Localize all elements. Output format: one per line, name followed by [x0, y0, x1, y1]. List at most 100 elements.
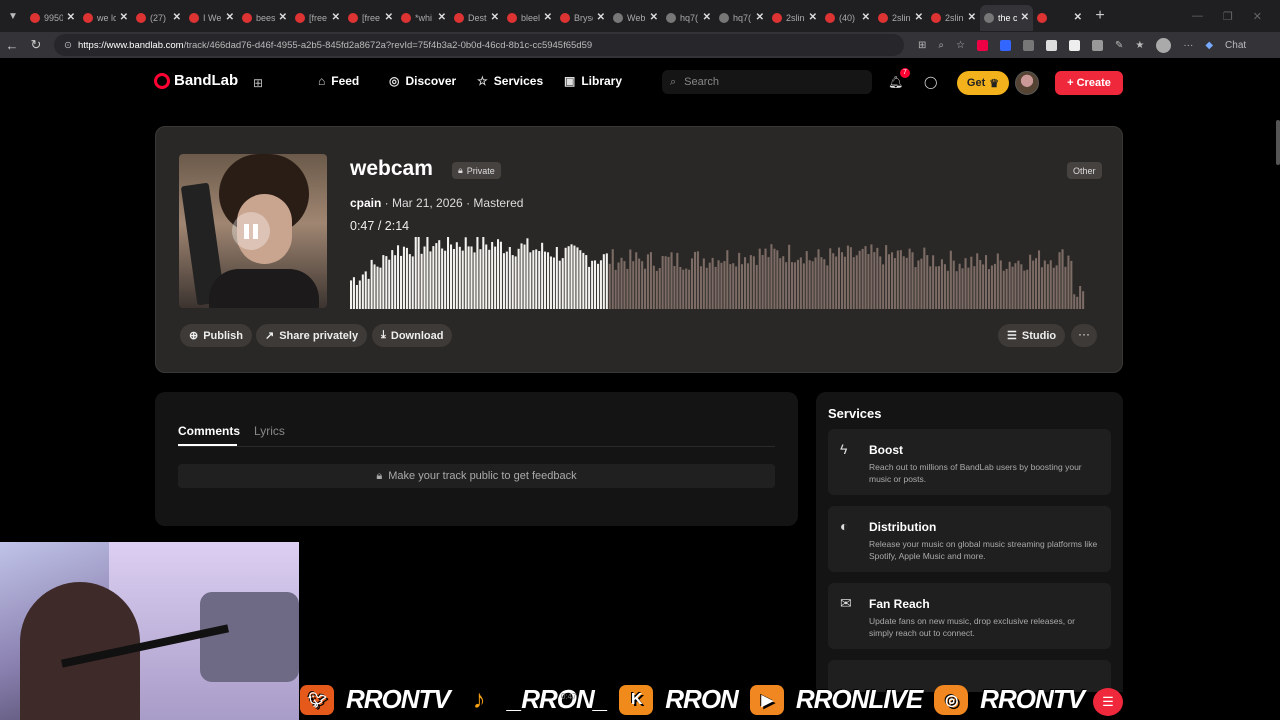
- tab-close-icon[interactable]: ✕: [1021, 12, 1029, 23]
- install-icon[interactable]: ⊞: [918, 40, 926, 51]
- browser-tab[interactable]: bees ✕: [238, 5, 291, 31]
- download-button[interactable]: ⤓ Download: [372, 324, 453, 347]
- zoom-icon[interactable]: ⌕: [938, 40, 944, 51]
- service-fan-reach[interactable]: ✉ Fan Reach Update fans on new music, dr…: [828, 583, 1111, 649]
- tab-close-icon[interactable]: ✕: [120, 12, 128, 23]
- back-icon[interactable]: ←: [0, 38, 24, 53]
- waveform-bar: [502, 253, 505, 309]
- browser-tab[interactable]: we lo ✕: [79, 5, 132, 31]
- nav-discover[interactable]: ◎ Discover: [389, 74, 456, 88]
- tab-close-icon[interactable]: ✕: [809, 12, 817, 23]
- waveform-bar: [864, 246, 867, 309]
- tab-close-icon[interactable]: ✕: [67, 12, 75, 23]
- service-name: Fan Reach: [869, 597, 930, 611]
- tab-close-icon[interactable]: ✕: [862, 12, 870, 23]
- genre-tag[interactable]: Other: [1067, 162, 1102, 179]
- browser-tab[interactable]: 2slin ✕: [768, 5, 821, 31]
- publish-button[interactable]: ⊕ Publish: [180, 324, 252, 347]
- copilot-icon[interactable]: ◆: [1205, 40, 1213, 51]
- browser-tab[interactable]: 9950 ✕: [26, 5, 79, 31]
- browser-tab[interactable]: (40) ✕: [821, 5, 874, 31]
- profile-avatar[interactable]: [1156, 37, 1172, 53]
- browser-tab[interactable]: [free ✕: [291, 5, 344, 31]
- track-cover-art: [179, 154, 327, 308]
- tab-close-icon[interactable]: ✕: [385, 12, 393, 23]
- bandlab-logo[interactable]: BandLab: [154, 72, 238, 89]
- browser-tab[interactable]: Desti ✕: [450, 5, 503, 31]
- browser-tab[interactable]: the c ✕: [980, 4, 1033, 31]
- browser-tab[interactable]: 2slin ✕: [927, 5, 980, 31]
- get-membership-button[interactable]: Get ♛: [957, 71, 1009, 95]
- browser-tab[interactable]: (27) ✕: [132, 5, 185, 31]
- tab-close-icon[interactable]: ✕: [968, 12, 976, 23]
- chat-label[interactable]: Chat: [1225, 40, 1246, 51]
- extension-icon[interactable]: [1022, 39, 1034, 51]
- artist-name[interactable]: cpain: [350, 196, 381, 210]
- browser-tab[interactable]: hq7(✕: [662, 5, 715, 31]
- tab-close-icon[interactable]: ✕: [332, 12, 340, 23]
- waveform-bar: [1055, 265, 1058, 309]
- search-input[interactable]: ⌕ Search: [662, 70, 872, 94]
- new-tab-button[interactable]: +: [1086, 7, 1114, 25]
- extension-icon[interactable]: [1091, 39, 1103, 51]
- tab-close-icon[interactable]: ✕: [279, 12, 287, 23]
- user-avatar[interactable]: [1015, 71, 1039, 95]
- minimize-icon[interactable]: —: [1192, 10, 1203, 22]
- tab-list-dropdown[interactable]: ▼: [0, 0, 26, 32]
- tab-close-icon[interactable]: ✕: [226, 12, 234, 23]
- nav-services[interactable]: ☆ Services: [477, 74, 543, 88]
- service-boost[interactable]: ϟ Boost Reach out to millions of BandLab…: [828, 429, 1111, 495]
- scrollbar-thumb[interactable]: [1276, 120, 1280, 165]
- tab-comments[interactable]: Comments: [178, 424, 240, 438]
- messages-icon[interactable]: ◯: [924, 75, 937, 89]
- tab-close-icon[interactable]: ✕: [1074, 12, 1082, 23]
- waveform-bar: [414, 237, 417, 309]
- extensions-icon[interactable]: ✎: [1115, 40, 1123, 51]
- favorites-icon[interactable]: ★: [1135, 40, 1144, 51]
- pause-button[interactable]: [232, 212, 270, 250]
- menu-icon[interactable]: ···: [1183, 40, 1193, 51]
- extension-icon[interactable]: [1045, 39, 1057, 51]
- create-button[interactable]: + Create: [1055, 71, 1123, 95]
- tab-close-icon[interactable]: ✕: [438, 12, 446, 23]
- browser-tab[interactable]: I We ✕: [185, 5, 238, 31]
- browser-tab[interactable]: 2slin ✕: [874, 5, 927, 31]
- service-distribution[interactable]: ◐ Distribution Release your music on glo…: [828, 506, 1111, 572]
- nav-library[interactable]: ▣ Library: [564, 74, 622, 88]
- address-bar[interactable]: ⊙ https://www.bandlab.com/track/466dad76…: [54, 34, 904, 56]
- bookmark-star-icon[interactable]: ☆: [956, 40, 965, 51]
- tab-label: bees: [256, 12, 275, 23]
- tab-close-icon[interactable]: ✕: [915, 12, 923, 23]
- more-options-button[interactable]: ···: [1071, 324, 1097, 347]
- browser-tab[interactable]: bleel ✕: [503, 5, 556, 31]
- notifications-bell-icon[interactable]: 🔔︎: [888, 75, 903, 89]
- nav-feed[interactable]: ⌂ Feed: [318, 74, 359, 88]
- browser-tab[interactable]: ✕: [1033, 5, 1086, 31]
- tab-lyrics[interactable]: Lyrics: [254, 424, 285, 438]
- tab-close-icon[interactable]: ✕: [650, 12, 658, 23]
- extension-icon[interactable]: [999, 39, 1011, 51]
- tab-close-icon[interactable]: ✕: [491, 12, 499, 23]
- extension-icon[interactable]: [976, 39, 988, 51]
- reload-icon[interactable]: ↻: [24, 37, 48, 53]
- waveform-bar: [935, 266, 938, 309]
- browser-tab[interactable]: [free ✕: [344, 5, 397, 31]
- menu-fab-icon[interactable]: ☰: [1093, 688, 1123, 716]
- browser-tab[interactable]: Web ✕: [609, 5, 662, 31]
- apps-grid-icon[interactable]: ⊞: [253, 76, 263, 90]
- site-info-icon[interactable]: ⊙: [64, 40, 72, 51]
- extension-icon[interactable]: [1068, 39, 1080, 51]
- browser-tab[interactable]: Bryso ✕: [556, 5, 609, 31]
- tab-close-icon[interactable]: ✕: [544, 12, 552, 23]
- studio-button[interactable]: ☰ Studio: [998, 324, 1066, 347]
- tab-close-icon[interactable]: ✕: [597, 12, 605, 23]
- tab-close-icon[interactable]: ✕: [756, 12, 764, 23]
- maximize-icon[interactable]: ❐: [1223, 10, 1233, 23]
- waveform[interactable]: [350, 237, 1100, 309]
- tab-close-icon[interactable]: ✕: [173, 12, 181, 23]
- close-window-icon[interactable]: ✕: [1253, 10, 1262, 23]
- browser-tab[interactable]: *whi ✕: [397, 5, 450, 31]
- share-privately-button[interactable]: ↗ Share privately: [256, 324, 368, 347]
- tab-close-icon[interactable]: ✕: [703, 12, 711, 23]
- browser-tab[interactable]: hq7(✕: [715, 5, 768, 31]
